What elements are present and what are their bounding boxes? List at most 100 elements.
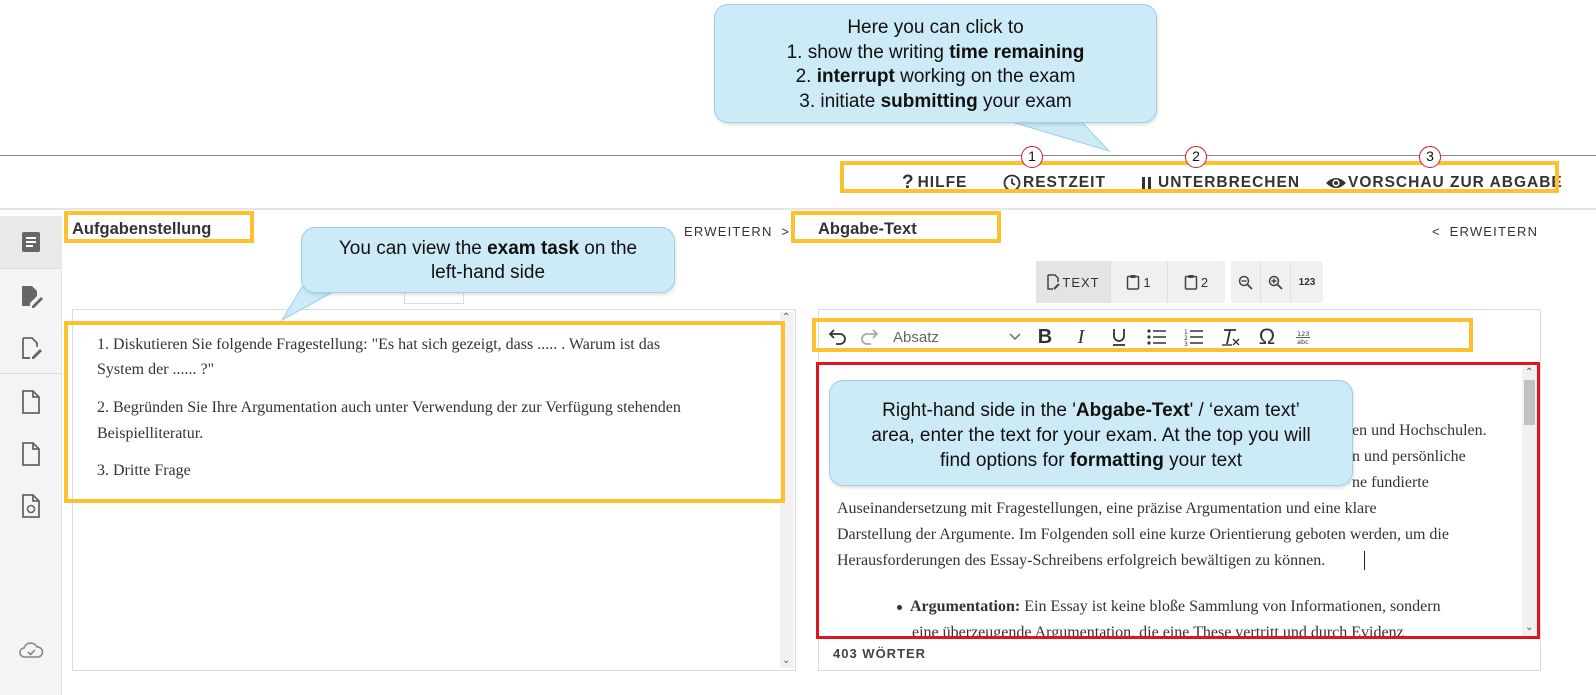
file-link-icon [22,494,40,518]
bold-button[interactable]: B [1027,326,1063,349]
callout-left: You can view the exam task on the left-h… [301,227,675,293]
underline-button[interactable] [1099,327,1139,347]
numbering-button[interactable]: 123 [1291,261,1323,303]
header-divider [0,155,1596,156]
clock-icon [1003,174,1021,192]
submission-pane-title: Abgabe-Text [818,220,917,238]
clipboard-icon [1127,275,1140,290]
mode-group-main: TEXT 1 2 [1036,261,1225,303]
essay-clip: eine überzeugende Argumentation, die ein… [835,618,1523,636]
essay-fragment: n und persönliche [1352,448,1466,465]
zoom-out-icon [1238,275,1253,290]
sidebar-separator [0,373,62,374]
essay-bullet-item: Argumentation: Ein Essay ist keine bloße… [897,594,1441,620]
undo-button[interactable] [825,328,851,346]
redo-button[interactable] [851,328,887,346]
task-scrollbar[interactable] [780,312,794,668]
file-edit-outline-icon [22,337,42,359]
task-line: System der ...... ?" [97,361,215,378]
essay-line: Darstellung der Argumente. Im Folgenden … [837,526,1449,543]
submission-expand-button[interactable]: < ERWEITERN [1432,224,1538,239]
undo-icon [828,329,846,345]
file-edit-icon [1047,274,1061,290]
callout-right: Right-hand side in the 'Abgabe-Text' / ‘… [829,380,1353,486]
sidebar-edit-button[interactable] [0,270,62,322]
text-cursor [1364,551,1365,570]
paragraph-select[interactable]: Absatz [887,329,1027,346]
sidebar-edit-outline-button[interactable] [0,322,62,374]
callout-top: Here you can click to 1. show the writin… [714,4,1157,123]
special-char-button[interactable]: Ω [1249,324,1285,350]
chevron-down-icon [1009,333,1021,341]
file-icon [22,390,40,414]
italic-button[interactable]: I [1063,326,1099,349]
sidebar [0,216,62,695]
sidebar-file-button-1[interactable] [0,376,62,428]
pause-icon [1142,177,1151,189]
numbered-list-button[interactable]: 1 2 3 [1175,328,1213,346]
task-line: 2. Begründen Sie Ihre Argumentation auch… [97,399,681,416]
svg-text:3: 3 [1184,341,1188,346]
chevron-left-icon: < [1432,224,1441,239]
scroll-down-icon[interactable]: ⌄ [782,656,790,666]
chevron-right-icon: > [781,224,791,239]
bullet-dot [897,604,902,610]
mode-text-button[interactable]: TEXT [1036,261,1111,303]
omega-icon: Ω [1258,324,1276,349]
interrupt-button[interactable]: UNTERBRECHEN [1140,170,1300,196]
scroll-up-icon[interactable]: ⌃ [782,313,790,323]
question-icon: ? [902,172,915,193]
preview-submit-button[interactable]: VORSCHAU ZUR ABGABE [1325,170,1563,196]
mode-group-zoom: 123 [1231,261,1323,303]
scroll-down-icon[interactable]: ⌄ [1525,623,1533,633]
clipboard-icon [1184,275,1198,290]
svg-text:abc: abc [1297,338,1309,345]
file-edit-icon [22,286,43,308]
scroll-up-icon[interactable]: ⌃ [1525,368,1533,378]
clear-format-icon [1222,329,1240,346]
mode-clipboard-2-button[interactable]: 2 [1168,261,1225,303]
word-count: 403 WÖRTER [833,646,927,661]
clear-format-button[interactable] [1213,327,1249,347]
essay-fragment: ne fundierte [1352,474,1429,491]
eye-icon [1326,178,1346,188]
task-line: 1. Diskutieren Sie folgende Fragestellun… [97,336,661,353]
task-expand-button[interactable]: ERWEITERN > [684,224,790,239]
task-pane-title: Aufgabenstellung [72,220,212,238]
redo-icon [861,329,879,345]
italic-icon: I [1077,325,1085,348]
essay-line: Auseinandersetzung mit Fragestellungen, … [837,500,1377,517]
zoom-out-button[interactable] [1231,261,1261,303]
mode-clipboard-1-button[interactable]: 1 [1111,261,1168,303]
spellcheck-button[interactable]: 123 abc [1285,329,1321,345]
sidebar-task-button[interactable] [0,216,62,268]
badge-2: 2 [1185,146,1207,168]
sidebar-file-link-button[interactable] [0,480,62,532]
zoom-in-icon [1268,275,1283,290]
cloud-check-icon [19,642,44,658]
zoom-in-button[interactable] [1261,261,1291,303]
sidebar-file-button-2[interactable] [0,428,62,480]
svg-text:123: 123 [1297,330,1309,338]
essay-bullet-line: eine überzeugende Argumentation, die ein… [912,624,1404,636]
editor-scroll-thumb[interactable] [1524,380,1535,425]
task-line: 3. Dritte Frage [97,462,191,479]
essay-line: Herausforderungen des Essay-Schreibens e… [837,552,1326,569]
document-list-icon [22,232,40,252]
bullet-list-button[interactable] [1139,329,1175,345]
numbered-list-icon: 1 2 3 [1184,329,1203,346]
bullet-list-icon [1147,329,1166,345]
essay-fragment: en und Hochschulen. [1352,422,1487,439]
toolbar-divider [0,208,1596,210]
sidebar-cloud-button[interactable] [0,624,62,676]
file-icon [22,442,40,466]
task-line: Beispielliteratur. [97,425,204,442]
help-button[interactable]: ? HILFE [902,170,967,196]
spellcheck-icon: 123 abc [1296,330,1310,345]
callout-pointer-top [1005,119,1111,153]
time-remaining-button[interactable]: RESTZEIT [1003,170,1106,196]
format-toolbar: Absatz B I 1 2 3 Ω 123 abc [825,322,1321,352]
sidebar-separator [0,268,62,269]
bold-icon: B [1037,325,1053,348]
badge-3: 3 [1419,146,1441,168]
